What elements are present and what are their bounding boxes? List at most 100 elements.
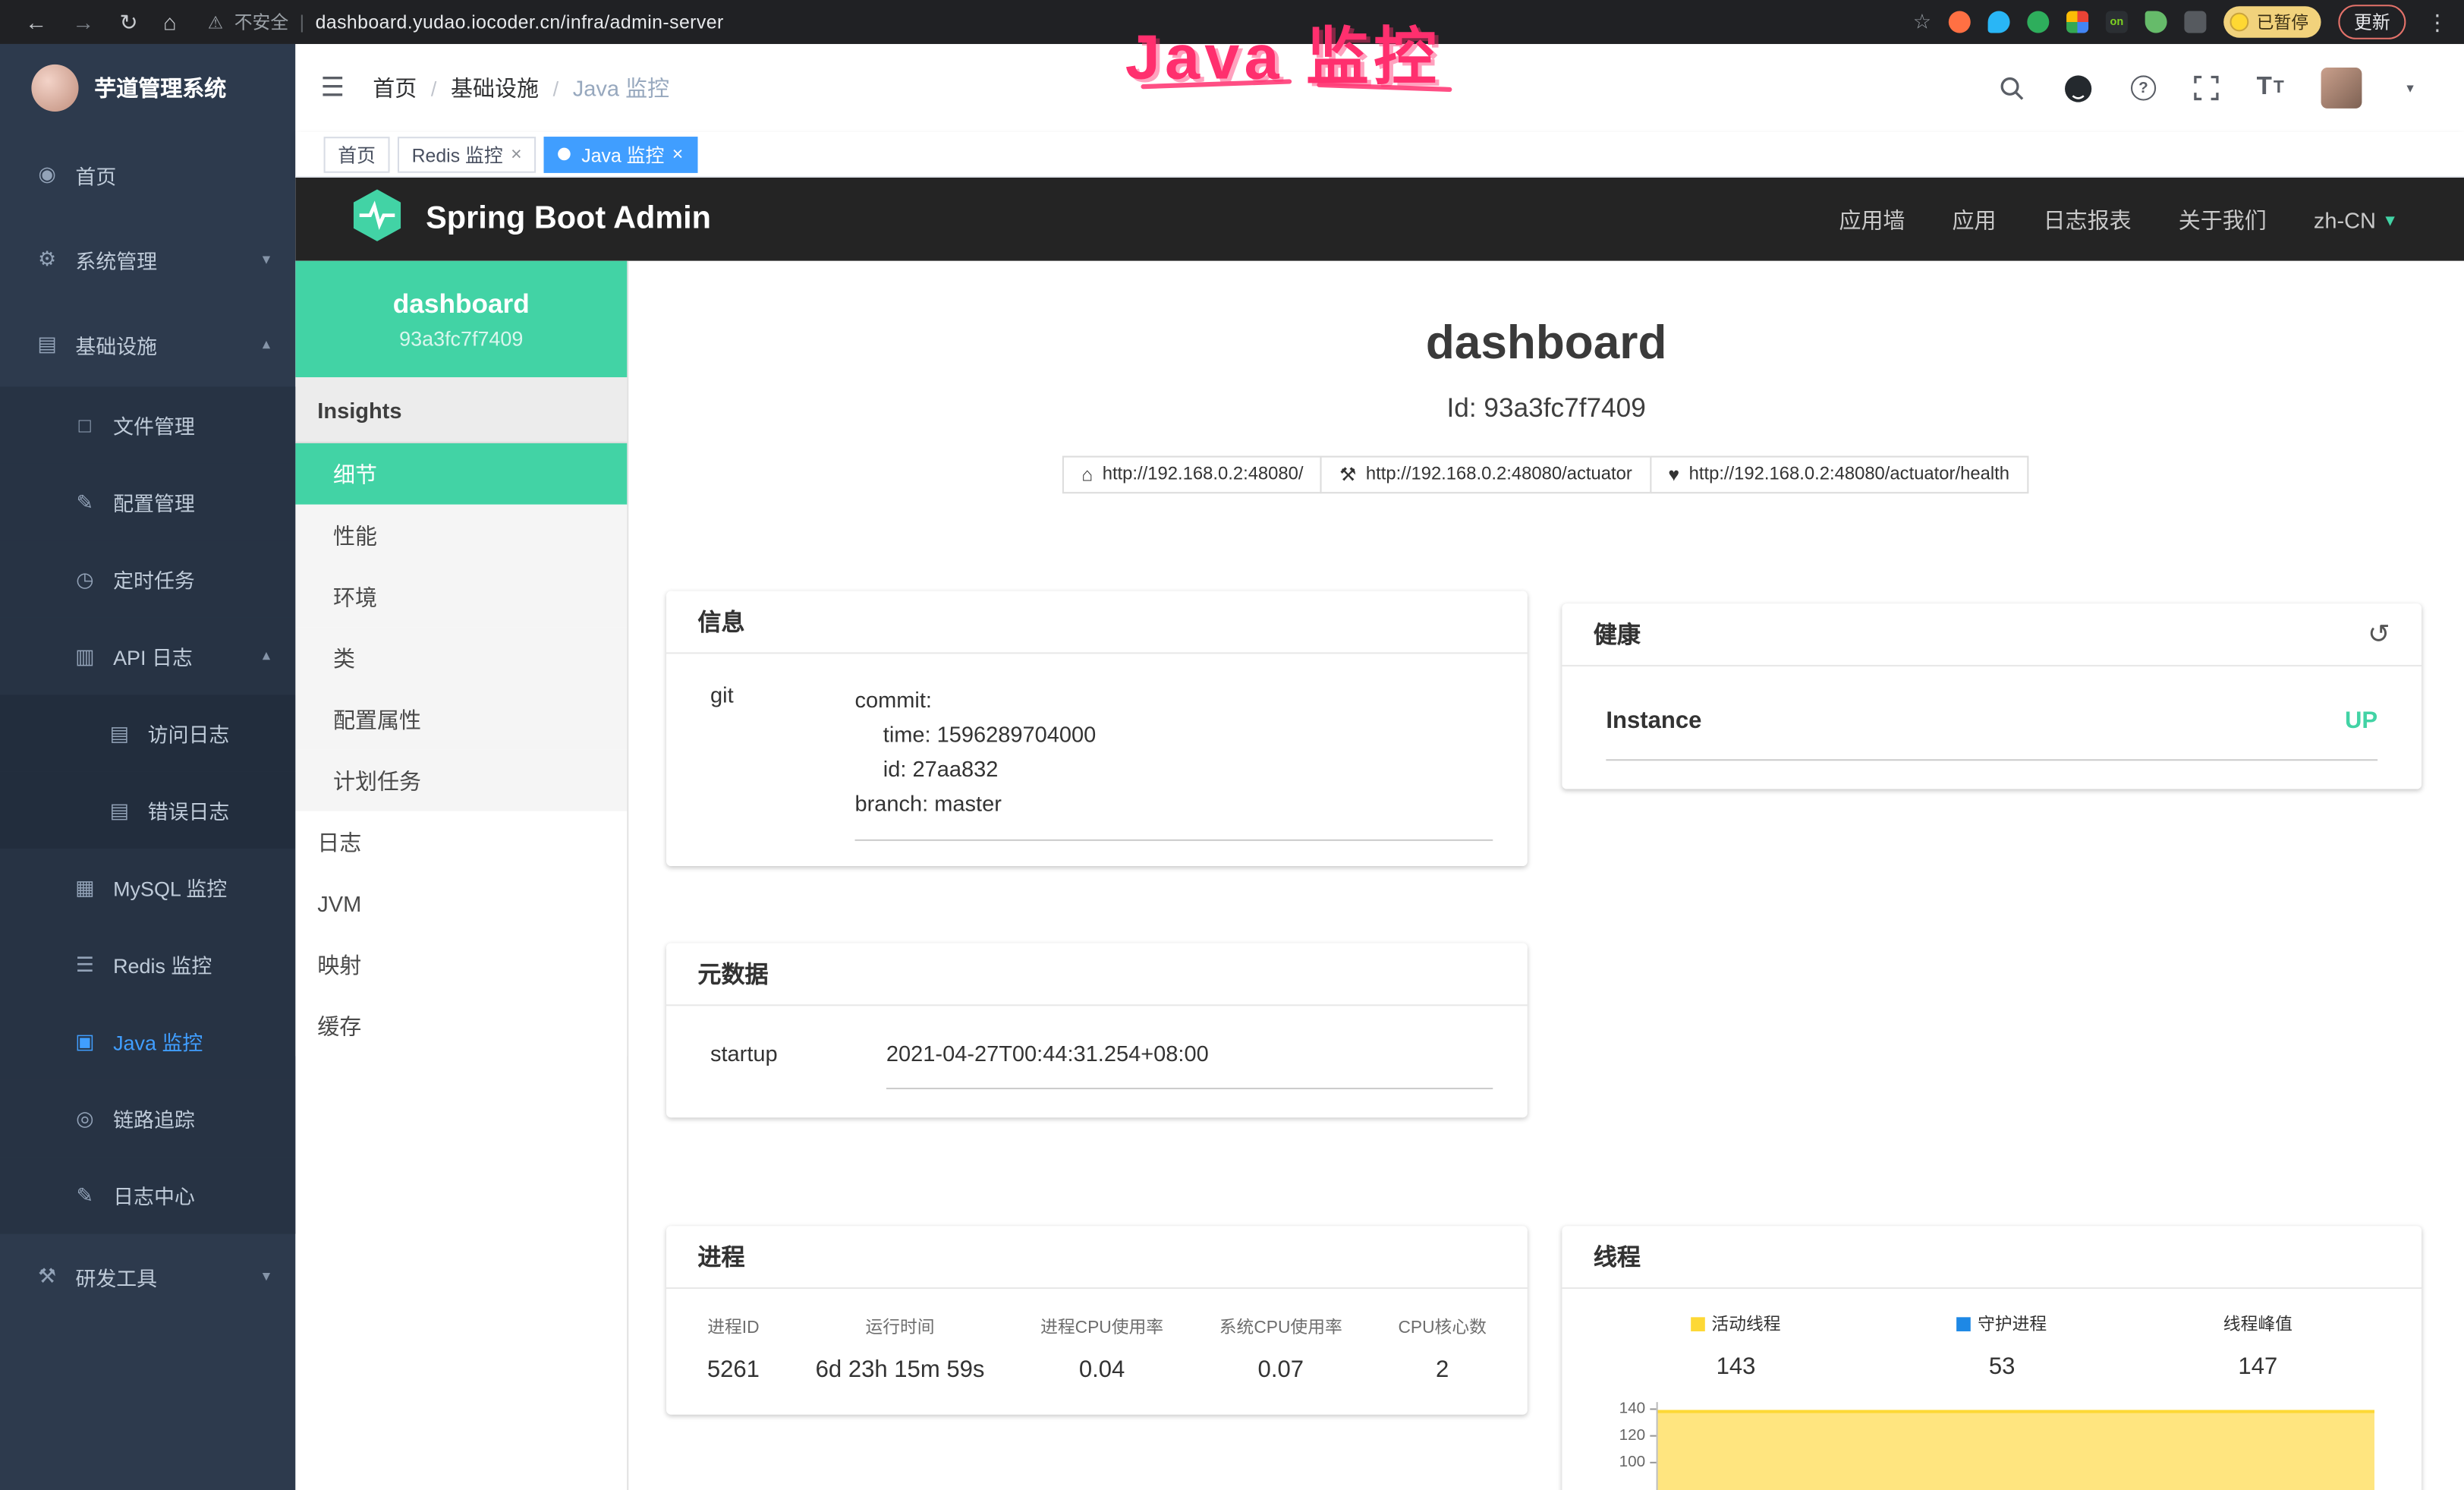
reload-icon[interactable]: ↻ <box>119 8 137 35</box>
search-icon[interactable] <box>1997 74 2025 102</box>
app-title: 芋道管理系统 <box>94 72 226 103</box>
sidebar-item-link-tracing[interactable]: ◎ 链路追踪 <box>0 1080 295 1157</box>
sidebar-item-error-logs[interactable]: ▤ 错误日志 <box>0 772 295 849</box>
sidebar-item-log-center[interactable]: ✎ 日志中心 <box>0 1157 295 1233</box>
sba-brand[interactable]: Spring Boot Admin <box>426 201 711 238</box>
sidebar-item-mysql-monitor[interactable]: ▦ MySQL 监控 <box>0 849 295 925</box>
sidebar-item-api-logs[interactable]: ▥ API 日志 ▴ <box>0 618 295 695</box>
extension-icon[interactable] <box>1949 11 1971 33</box>
hamburger-icon[interactable]: ☰ <box>320 72 345 103</box>
link-text: http://192.168.0.2:48080/actuator <box>1366 465 1632 484</box>
close-icon[interactable]: × <box>511 143 522 165</box>
browser-menu-icon[interactable]: ⋮ <box>2426 8 2448 35</box>
bookmark-star-icon[interactable]: ☆ <box>1913 9 1931 34</box>
avatar-caret-icon[interactable]: ▾ <box>2406 80 2413 97</box>
sba-item-details[interactable]: 细节 <box>295 443 627 505</box>
help-icon[interactable]: ? <box>2131 75 2156 100</box>
forward-icon[interactable]: → <box>72 9 94 34</box>
locale-select[interactable]: zh-CN ▾ <box>2314 206 2395 232</box>
app-sidebar: 芋道管理系统 ◉ 首页 ⚙ 系统管理 ▾ ▤ 基础设施 ▴ □ 文件管理 ✎ 配… <box>0 44 295 1490</box>
security-label[interactable]: 不安全 <box>234 9 288 34</box>
sidebar-item-infrastructure[interactable]: ▤ 基础设施 ▴ <box>0 302 295 387</box>
sidebar-item-system-management[interactable]: ⚙ 系统管理 ▾ <box>0 217 295 302</box>
tab-redis-monitor[interactable]: Redis 监控 × <box>398 136 536 172</box>
nav-about[interactable]: 关于我们 <box>2179 203 2267 235</box>
extension-leaf-icon[interactable] <box>2145 11 2167 33</box>
sidebar-item-label: 错误日志 <box>148 795 230 825</box>
sidebar-item-home[interactable]: ◉ 首页 <box>0 132 295 217</box>
history-icon[interactable]: ↺ <box>2368 619 2390 650</box>
breadcrumb-infrastructure[interactable]: 基础设施 <box>451 72 539 103</box>
tab-home[interactable]: 首页 <box>324 136 390 172</box>
error-log-icon: ▤ <box>107 798 132 823</box>
sidebar-item-java-monitor[interactable]: ▣ Java 监控 <box>0 1003 295 1079</box>
sidebar-item-config-management[interactable]: ✎ 配置管理 <box>0 464 295 540</box>
sidebar-item-access-logs[interactable]: ▤ 访问日志 <box>0 695 295 771</box>
sba-item-performance[interactable]: 性能 <box>295 505 627 566</box>
back-icon[interactable]: ← <box>25 9 47 34</box>
breadcrumb-home[interactable]: 首页 <box>373 72 417 103</box>
link-text: http://192.168.0.2:48080/actuator/health <box>1689 465 2009 484</box>
sba-item-config-props[interactable]: 配置属性 <box>295 688 627 750</box>
locale-label: zh-CN <box>2314 206 2376 232</box>
nav-wall[interactable]: 应用墙 <box>1839 203 1905 235</box>
breadcrumb-separator: / <box>553 76 559 99</box>
process-col-cores: CPU核心数 2 <box>1398 1314 1486 1383</box>
instance-header[interactable]: dashboard 93a3fc7f7409 <box>295 261 627 377</box>
extensions-puzzle-icon[interactable] <box>2184 11 2206 33</box>
security-warning-icon: ⚠ <box>208 12 223 33</box>
col-value: 6d 23h 15m 59s <box>816 1356 985 1383</box>
card-title: 健康 <box>1594 618 1641 650</box>
tags-view: 首页 Redis 监控 × Java 监控 × <box>295 132 2464 178</box>
threads-chart: 140 120 100 <box>1603 1402 2381 1490</box>
page-subtitle: Id: 93a3fc7f7409 <box>628 393 2464 424</box>
sidebar-item-label: API 日志 <box>113 641 193 671</box>
extension-on-icon[interactable]: on <box>2106 11 2128 33</box>
info-line: time: 1596289704000 <box>883 717 1493 751</box>
url-text[interactable]: dashboard.yudao.iocoder.cn/infra/admin-s… <box>316 11 724 33</box>
sidebar-item-label: 定时任务 <box>113 564 195 594</box>
sidebar-item-dev-tools[interactable]: ⚒ 研发工具 ▾ <box>0 1234 295 1319</box>
sba-main: dashboard Id: 93a3fc7f7409 ⌂ http://192.… <box>628 261 2464 1490</box>
font-size-icon[interactable]: TT <box>2257 74 2284 102</box>
health-url-link[interactable]: ♥ http://192.168.0.2:48080/actuator/heal… <box>1650 456 2028 494</box>
nav-journal[interactable]: 日志报表 <box>2044 203 2132 235</box>
extension-icon[interactable] <box>1988 11 2010 33</box>
nav-applications[interactable]: 应用 <box>1953 203 1997 235</box>
chevron-down-icon: ▾ <box>263 250 270 268</box>
app-logo[interactable]: 芋道管理系统 <box>0 44 295 132</box>
sidebar-item-scheduled-tasks[interactable]: ◷ 定时任务 <box>0 540 295 617</box>
sba-item-classes[interactable]: 类 <box>295 627 627 688</box>
infrastructure-icon: ▤ <box>35 332 60 357</box>
sba-logo-icon[interactable] <box>349 187 406 251</box>
extension-icon[interactable] <box>2027 11 2049 33</box>
sidebar-item-redis-monitor[interactable]: ☰ Redis 监控 <box>0 926 295 1003</box>
home-icon[interactable]: ⌂ <box>163 9 177 34</box>
close-icon[interactable]: × <box>672 143 684 165</box>
user-avatar[interactable] <box>2322 68 2363 109</box>
sba-item-jvm[interactable]: JVM <box>295 872 627 934</box>
chevron-down-icon: ▾ <box>2385 208 2394 230</box>
tab-java-monitor[interactable]: Java 监控 × <box>544 136 697 172</box>
sidebar-item-label: 首页 <box>75 159 116 189</box>
extension-grid-icon[interactable] <box>2066 11 2088 33</box>
y-tick: 100 <box>1619 1456 1646 1472</box>
sba-item-scheduled-tasks[interactable]: 计划任务 <box>295 750 627 811</box>
sidebar-item-label: 链路追踪 <box>113 1104 195 1133</box>
github-icon[interactable] <box>2063 73 2093 102</box>
update-button[interactable]: 更新 <box>2338 5 2406 39</box>
actuator-url-link[interactable]: ⚒ http://192.168.0.2:48080/actuator <box>1320 456 1651 494</box>
sba-item-caches[interactable]: 缓存 <box>295 995 627 1057</box>
fullscreen-icon[interactable] <box>2194 75 2219 100</box>
address-bar[interactable]: ⚠ 不安全 | dashboard.yudao.iocoder.cn/infra… <box>208 9 724 34</box>
sba-nav: 应用墙 应用 日志报表 关于我们 zh-CN ▾ <box>1839 203 2464 235</box>
metadata-card: 元数据 startup 2021-04-27T00:44:31.254+08:0… <box>666 943 1528 1117</box>
service-url-link[interactable]: ⌂ http://192.168.0.2:48080/ <box>1062 456 1322 494</box>
sidebar-item-file-management[interactable]: □ 文件管理 <box>0 386 295 463</box>
paused-badge[interactable]: 已暂停 <box>2223 6 2321 37</box>
sba-item-mappings[interactable]: 映射 <box>295 934 627 995</box>
sidebar-section-insights: Insights <box>295 377 627 443</box>
sba-item-environment[interactable]: 环境 <box>295 565 627 627</box>
file-icon: □ <box>72 414 97 437</box>
sba-item-logs[interactable]: 日志 <box>295 811 627 873</box>
